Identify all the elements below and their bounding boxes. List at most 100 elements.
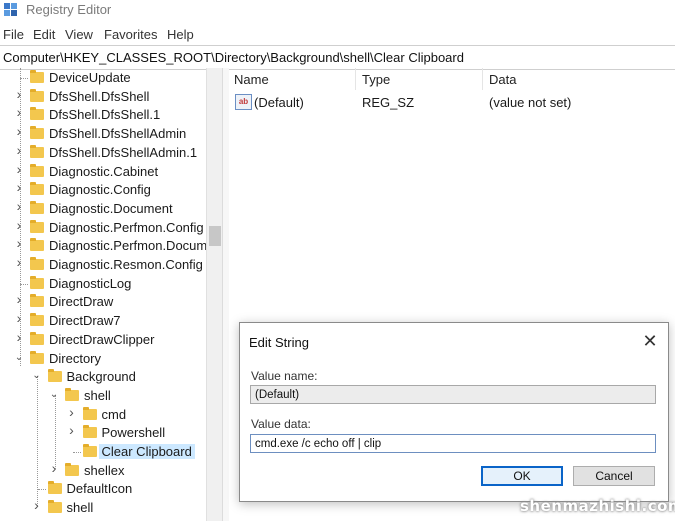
folder-icon xyxy=(30,238,44,252)
tree-item-label: cmd xyxy=(101,406,127,422)
tree-guide-line xyxy=(20,78,28,79)
tree-item[interactable]: › Diagnostic.Cabinet xyxy=(0,162,206,182)
tree-item-label: DiagnosticLog xyxy=(49,275,132,291)
ok-button[interactable]: OK xyxy=(481,466,563,486)
menu-favorites[interactable]: Favorites xyxy=(104,27,157,42)
tree-item[interactable]: ⌄ shell xyxy=(0,387,206,406)
chevron-right-icon[interactable]: › xyxy=(67,405,77,419)
chevron-down-icon[interactable]: ⌄ xyxy=(14,352,24,364)
folder-icon xyxy=(30,219,44,233)
tree-item-label: shell xyxy=(66,500,94,516)
value-row-default[interactable]: ab (Default) REG_SZ (value not set) xyxy=(229,92,669,112)
folder-icon xyxy=(47,481,62,495)
tree-item-label: Powershell xyxy=(101,425,166,441)
value-name-label: Value name: xyxy=(251,369,318,383)
value-name-field[interactable] xyxy=(250,385,656,404)
chevron-down-icon[interactable]: ⌄ xyxy=(49,389,59,401)
column-header-data[interactable]: Data xyxy=(489,72,516,87)
tree-scrollbar[interactable] xyxy=(206,68,223,521)
folder-icon xyxy=(30,257,44,270)
chevron-right-icon[interactable]: › xyxy=(14,311,24,325)
tree-item[interactable]: › Diagnostic.Document xyxy=(0,199,206,219)
column-header-type[interactable]: Type xyxy=(362,72,390,87)
tree-item[interactable]: › cmd xyxy=(0,405,206,425)
tree-scrollbar-thumb[interactable] xyxy=(209,226,221,246)
title-bar: Registry Editor xyxy=(0,0,675,22)
folder-icon xyxy=(47,500,62,514)
tree-item-label: DeviceUpdate xyxy=(49,70,131,85)
column-header-name[interactable]: Name xyxy=(234,72,269,87)
chevron-right-icon[interactable]: › xyxy=(14,199,24,213)
tree-item[interactable]: ⌄ Background xyxy=(0,368,206,387)
value-name: (Default) xyxy=(254,95,304,110)
tree-item[interactable]: › shellex xyxy=(0,461,206,481)
tree-item[interactable]: › DfsShell.DfsShellAdmin xyxy=(0,124,206,144)
tree-item[interactable]: DiagnosticLog xyxy=(0,275,206,294)
tree-item-label: Diagnostic.Config xyxy=(49,182,151,198)
tree-item[interactable]: › DirectDraw7 xyxy=(0,311,206,331)
menu-view[interactable]: View xyxy=(65,27,93,42)
tree-item[interactable]: › DirectDraw xyxy=(0,292,206,312)
tree-item-label: DirectDraw7 xyxy=(49,313,121,329)
chevron-right-icon[interactable]: › xyxy=(14,330,24,344)
folder-icon xyxy=(30,88,44,102)
folder-icon xyxy=(30,294,44,308)
folder-icon xyxy=(30,313,44,327)
menu-edit[interactable]: Edit xyxy=(33,27,55,42)
chevron-right-icon[interactable]: › xyxy=(49,461,59,475)
tree-item[interactable]: › DirectDrawClipper xyxy=(0,330,206,350)
tree-item-label: DirectDraw xyxy=(49,294,114,310)
tree-item-label: DfsShell.DfsShellAdmin.1 xyxy=(49,144,198,160)
tree-item[interactable]: › Diagnostic.Perfmon.Config xyxy=(0,218,206,238)
value-data-field[interactable] xyxy=(250,434,656,453)
chevron-right-icon[interactable]: › xyxy=(14,105,24,119)
column-separator[interactable] xyxy=(355,68,356,90)
chevron-down-icon[interactable]: ⌄ xyxy=(32,370,42,382)
chevron-right-icon[interactable]: › xyxy=(14,218,24,232)
tree-item[interactable]: › Diagnostic.Perfmon.Docume xyxy=(0,236,206,256)
menu-file[interactable]: File xyxy=(3,27,24,42)
tree-item[interactable]: › DfsShell.DfsShell xyxy=(0,87,206,107)
folder-icon xyxy=(30,200,44,214)
close-icon[interactable]: ✕ xyxy=(640,331,660,351)
tree-item[interactable]: Clear Clipboard xyxy=(0,443,206,462)
tree-guide-line xyxy=(20,283,28,285)
tree-item[interactable]: ⌄ Directory xyxy=(0,350,206,369)
cancel-button[interactable]: Cancel xyxy=(573,466,655,486)
tree-item[interactable]: › Diagnostic.Resmon.Config xyxy=(0,255,206,275)
chevron-right-icon[interactable]: › xyxy=(14,162,24,176)
chevron-right-icon[interactable]: › xyxy=(14,292,24,306)
tree-item[interactable]: › Diagnostic.Config xyxy=(0,180,206,200)
menu-help[interactable]: Help xyxy=(167,27,194,42)
chevron-right-icon[interactable]: › xyxy=(14,180,24,194)
column-separator[interactable] xyxy=(482,68,483,90)
tree-guide-line xyxy=(72,452,81,453)
chevron-right-icon[interactable]: › xyxy=(14,236,24,250)
value-type: REG_SZ xyxy=(362,95,415,110)
tree-item[interactable]: › DfsShell.DfsShell.1 xyxy=(0,105,206,125)
chevron-right-icon[interactable]: › xyxy=(67,423,77,437)
tree-item-label: DfsShell.DfsShellAdmin xyxy=(49,126,187,142)
tree-item-label: DirectDrawClipper xyxy=(49,331,155,347)
chevron-right-icon[interactable]: › xyxy=(14,124,24,138)
chevron-right-icon[interactable]: › xyxy=(14,143,24,157)
string-value-icon: ab xyxy=(235,94,252,110)
tree-item[interactable]: DeviceUpdate xyxy=(0,69,206,88)
chevron-right-icon[interactable]: › xyxy=(32,498,42,512)
chevron-right-icon[interactable]: › xyxy=(14,255,24,269)
value-data: (value not set) xyxy=(489,95,572,110)
window-title: Registry Editor xyxy=(26,2,112,17)
registry-tree[interactable]: DeviceUpdate › DfsShell.DfsShell › DfsShell.… xyxy=(0,68,206,521)
address-bar[interactable]: Computer\HKEY_CLASSES_ROOT\Directory\Bac… xyxy=(0,45,675,70)
tree-item-label: Diagnostic.Resmon.Config xyxy=(49,257,203,272)
tree-item-label: Diagnostic.Cabinet xyxy=(49,163,159,179)
pane-splitter[interactable] xyxy=(222,68,229,521)
tree-item-label: Diagnostic.Perfmon.Docume xyxy=(49,238,206,254)
tree-item[interactable]: › Powershell xyxy=(0,423,206,443)
tree-guide-line xyxy=(37,489,46,491)
tree-item[interactable]: DefaultIcon xyxy=(0,480,206,499)
tree-item[interactable]: › shell xyxy=(0,498,206,518)
tree-item[interactable]: › DfsShell.DfsShellAdmin.1 xyxy=(0,143,206,163)
chevron-right-icon[interactable]: › xyxy=(14,87,24,101)
folder-icon xyxy=(82,444,97,457)
